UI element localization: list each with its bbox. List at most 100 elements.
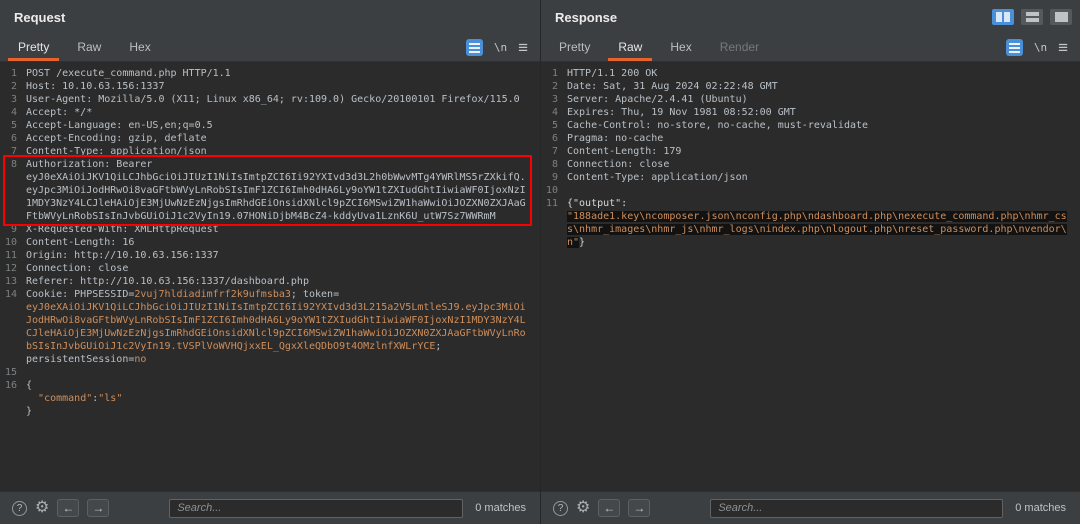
tab-render[interactable]: Render <box>710 34 769 61</box>
search-settings-gear-icon[interactable]: ⚙ <box>35 500 49 516</box>
code-line[interactable]: 7Content-Type: application/json <box>0 145 540 158</box>
request-editor[interactable]: 1POST /execute_command.php HTTP/1.12Host… <box>0 62 540 491</box>
line-number: 8 <box>0 158 26 171</box>
request-search-input[interactable] <box>169 499 463 518</box>
tab-hex[interactable]: Hex <box>660 34 701 61</box>
code-line[interactable]: 5Accept-Language: en-US,en;q=0.5 <box>0 119 540 132</box>
code-line[interactable]: 4Expires: Thu, 19 Nov 1981 08:52:00 GMT <box>541 106 1080 119</box>
code-line[interactable]: JodHRwOi8vaGFtbWVyLnRobSIsImF1ZCI6Imh0dH… <box>0 314 540 327</box>
response-tabs: Pretty Raw Hex Render <box>549 34 769 61</box>
response-search-input[interactable] <box>710 499 1003 518</box>
help-icon[interactable]: ? <box>553 501 568 516</box>
line-number <box>0 184 26 197</box>
request-tab-tools: \n ≡ <box>466 34 532 61</box>
code-line[interactable]: 12Connection: close <box>0 262 540 275</box>
code-line[interactable]: 1MDY3NzY4LCJleHAiOjE3MjUwNzEzNjgsImRhdGE… <box>0 197 540 210</box>
line-number: 4 <box>541 106 567 119</box>
line-number: 7 <box>0 145 26 158</box>
line-number: 3 <box>0 93 26 106</box>
line-number: 11 <box>0 249 26 262</box>
code-line[interactable]: n"} <box>541 236 1080 249</box>
code-line[interactable]: 8Authorization: Bearer <box>0 158 540 171</box>
request-panel-header: Request <box>0 0 540 34</box>
code-line[interactable]: 1HTTP/1.1 200 OK <box>541 67 1080 80</box>
line-number <box>0 210 26 223</box>
tab-pretty[interactable]: Pretty <box>8 34 59 61</box>
code-line[interactable]: persistentSession=no <box>0 353 540 366</box>
split-rows-view-icon[interactable] <box>1021 9 1043 25</box>
code-line[interactable]: 2Host: 10.10.63.156:1337 <box>0 80 540 93</box>
code-line[interactable]: eyJ0eXAiOiJKV1QiLCJhbGciOiJIUzI1NiIsImtp… <box>0 301 540 314</box>
response-match-count: 0 matches <box>1015 502 1066 514</box>
code-line[interactable]: 6Accept-Encoding: gzip, deflate <box>0 132 540 145</box>
line-number: 5 <box>0 119 26 132</box>
show-newlines-toggle[interactable]: \n <box>494 41 507 54</box>
request-match-count: 0 matches <box>475 502 526 514</box>
line-number <box>0 314 26 327</box>
code-line[interactable]: eyJ0eXAiOiJKV1QiLCJhbGciOiJIUzI1NiIsImtp… <box>0 171 540 184</box>
code-line[interactable]: 3User-Agent: Mozilla/5.0 (X11; Linux x86… <box>0 93 540 106</box>
code-line[interactable]: FtbWVyLnRobSIsInJvbGUiOiJ1c2VyIn19.07HON… <box>0 210 540 223</box>
code-line[interactable]: 6Pragma: no-cache <box>541 132 1080 145</box>
line-number <box>541 236 567 249</box>
line-number: 14 <box>0 288 26 301</box>
code-line[interactable]: 14Cookie: PHPSESSID=2vuj7hldiadimfrf2k9u… <box>0 288 540 301</box>
code-line[interactable]: 5Cache-Control: no-store, no-cache, must… <box>541 119 1080 132</box>
code-line[interactable]: 8Connection: close <box>541 158 1080 171</box>
panel-menu-icon[interactable]: ≡ <box>1058 39 1068 56</box>
word-wrap-toggle-icon[interactable] <box>1006 39 1023 56</box>
code-line[interactable]: 13Referer: http://10.10.63.156:1337/dash… <box>0 275 540 288</box>
code-line[interactable]: 15 <box>0 366 540 379</box>
code-line[interactable]: 1POST /execute_command.php HTTP/1.1 <box>0 67 540 80</box>
code-line[interactable]: 16{ <box>0 379 540 392</box>
code-line[interactable]: 9Content-Type: application/json <box>541 171 1080 184</box>
line-number: 12 <box>0 262 26 275</box>
code-line[interactable]: 9X-Requested-With: XMLHttpRequest <box>0 223 540 236</box>
tab-raw[interactable]: Raw <box>608 34 652 61</box>
code-line[interactable]: s\nhmr_images\nhmr_js\nhmr_logs\nindex.p… <box>541 223 1080 236</box>
search-settings-gear-icon[interactable]: ⚙ <box>576 500 590 516</box>
code-line[interactable]: 7Content-Length: 179 <box>541 145 1080 158</box>
line-number <box>0 340 26 353</box>
code-line[interactable]: CJleHAiOjE3MjUwNzEzNjgsImRhdGEiOnsidXNlc… <box>0 327 540 340</box>
line-number <box>541 210 567 223</box>
line-number: 1 <box>0 67 26 80</box>
line-number: 11 <box>541 197 567 210</box>
code-line[interactable]: eyJpc3MiOiJodHRwOi8vaGFtbWVyLnRobSIsImF1… <box>0 184 540 197</box>
code-line[interactable]: "188ade1.key\ncomposer.json\nconfig.php\… <box>541 210 1080 223</box>
split-columns-view-icon[interactable] <box>992 9 1014 25</box>
response-editor[interactable]: 1HTTP/1.1 200 OK2Date: Sat, 31 Aug 2024 … <box>541 62 1080 491</box>
code-line[interactable]: 11{"output": <box>541 197 1080 210</box>
code-line[interactable]: 10 <box>541 184 1080 197</box>
tab-hex[interactable]: Hex <box>119 34 160 61</box>
line-number: 7 <box>541 145 567 158</box>
response-search-bar: ? ⚙ ← → 0 matches <box>541 491 1080 524</box>
line-number <box>541 223 567 236</box>
tab-raw[interactable]: Raw <box>67 34 111 61</box>
tab-pretty[interactable]: Pretty <box>549 34 600 61</box>
prev-match-button[interactable]: ← <box>598 499 620 517</box>
line-number: 2 <box>0 80 26 93</box>
code-line[interactable]: 10Content-Length: 16 <box>0 236 540 249</box>
help-icon[interactable]: ? <box>12 501 27 516</box>
code-line[interactable]: 11Origin: http://10.10.63.156:1337 <box>0 249 540 262</box>
next-match-button[interactable]: → <box>628 499 650 517</box>
code-line[interactable]: 4Accept: */* <box>0 106 540 119</box>
code-line[interactable]: bSIsInJvbGUiOiJ1c2VyIn19.tVSPlVoWVHQjxxE… <box>0 340 540 353</box>
word-wrap-toggle-icon[interactable] <box>466 39 483 56</box>
single-view-icon[interactable] <box>1050 9 1072 25</box>
code-line[interactable]: } <box>0 405 540 418</box>
response-tab-bar: Pretty Raw Hex Render \n ≡ <box>541 34 1080 62</box>
next-match-button[interactable]: → <box>87 499 109 517</box>
code-line[interactable]: "command":"ls" <box>0 392 540 405</box>
panel-menu-icon[interactable]: ≡ <box>518 39 528 56</box>
code-line[interactable]: 2Date: Sat, 31 Aug 2024 02:22:48 GMT <box>541 80 1080 93</box>
code-line[interactable]: 3Server: Apache/2.4.41 (Ubuntu) <box>541 93 1080 106</box>
line-number <box>0 392 26 405</box>
prev-match-button[interactable]: ← <box>57 499 79 517</box>
line-number <box>0 327 26 340</box>
view-layout-controls <box>992 9 1072 25</box>
request-panel-title: Request <box>14 10 65 25</box>
line-number: 8 <box>541 158 567 171</box>
show-newlines-toggle[interactable]: \n <box>1034 41 1047 54</box>
